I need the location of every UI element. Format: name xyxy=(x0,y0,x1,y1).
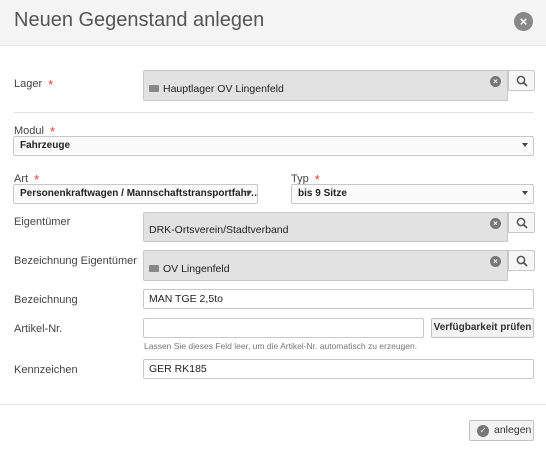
clear-icon[interactable]: × xyxy=(490,256,501,267)
close-icon[interactable]: × xyxy=(514,12,533,31)
eigentuemer-field[interactable]: × DRK-Ortsverein/Stadtverband xyxy=(143,212,508,242)
artikel-nr-label: Artikel-Nr. xyxy=(14,323,63,335)
caret-down-icon xyxy=(522,143,528,147)
search-icon xyxy=(516,217,528,229)
warehouse-icon xyxy=(149,85,159,92)
art-select[interactable]: Personenkraftwagen / Mannschaftstranspor… xyxy=(13,184,258,204)
eigentuemer-search-button[interactable] xyxy=(508,212,535,233)
clear-icon[interactable]: × xyxy=(490,76,501,87)
clear-icon[interactable]: × xyxy=(490,218,501,229)
art-label: Art * xyxy=(14,172,40,187)
kennzeichen-input[interactable]: GER RK185 xyxy=(143,359,534,379)
submit-label: anlegen xyxy=(494,424,532,436)
footer-divider xyxy=(0,404,546,405)
artikel-nr-hint: Lassen Sie dieses Feld leer, um die Arti… xyxy=(144,341,418,351)
organization-icon xyxy=(149,265,159,272)
bezeichnung-label: Bezeichnung xyxy=(14,294,78,306)
bezeichnung-eigentuemer-search-button[interactable] xyxy=(508,250,535,271)
lager-label: Lager * xyxy=(14,77,54,92)
check-availability-button[interactable]: Verfügbarkeit prüfen xyxy=(431,318,534,338)
typ-select[interactable]: bis 9 Sitze xyxy=(291,184,534,204)
typ-label: Typ * xyxy=(291,172,320,187)
divider xyxy=(14,112,534,113)
kennzeichen-label: Kennzeichen xyxy=(14,364,78,376)
lager-value: Hauptlager OV Lingenfeld xyxy=(149,83,284,95)
bezeichnung-eigentuemer-value: OV Lingenfeld xyxy=(149,263,230,275)
eigentuemer-value: DRK-Ortsverein/Stadtverband xyxy=(149,224,289,236)
required-marker: * xyxy=(48,77,54,92)
bezeichnung-eigentuemer-label: Bezeichnung Eigentümer xyxy=(14,255,137,267)
caret-down-icon xyxy=(522,191,528,195)
eigentuemer-label: Eigentümer xyxy=(14,216,71,228)
modul-label: Modul * xyxy=(14,124,56,139)
lager-search-button[interactable] xyxy=(508,70,535,91)
submit-button[interactable]: ✓ anlegen xyxy=(469,420,534,441)
dialog-header: Neuen Gegenstand anlegen × xyxy=(0,0,546,46)
caret-down-icon xyxy=(246,191,252,195)
modul-select[interactable]: Fahrzeuge xyxy=(13,136,534,156)
search-icon xyxy=(516,75,528,87)
search-icon xyxy=(516,255,528,267)
dialog-title: Neuen Gegenstand anlegen xyxy=(14,9,265,31)
bezeichnung-input[interactable]: MAN TGE 2,5to xyxy=(143,289,534,309)
bezeichnung-eigentuemer-field[interactable]: × OV Lingenfeld xyxy=(143,250,508,281)
lager-field[interactable]: × Hauptlager OV Lingenfeld xyxy=(143,70,508,101)
check-circle-icon: ✓ xyxy=(477,425,489,437)
artikel-nr-input[interactable] xyxy=(143,318,424,338)
